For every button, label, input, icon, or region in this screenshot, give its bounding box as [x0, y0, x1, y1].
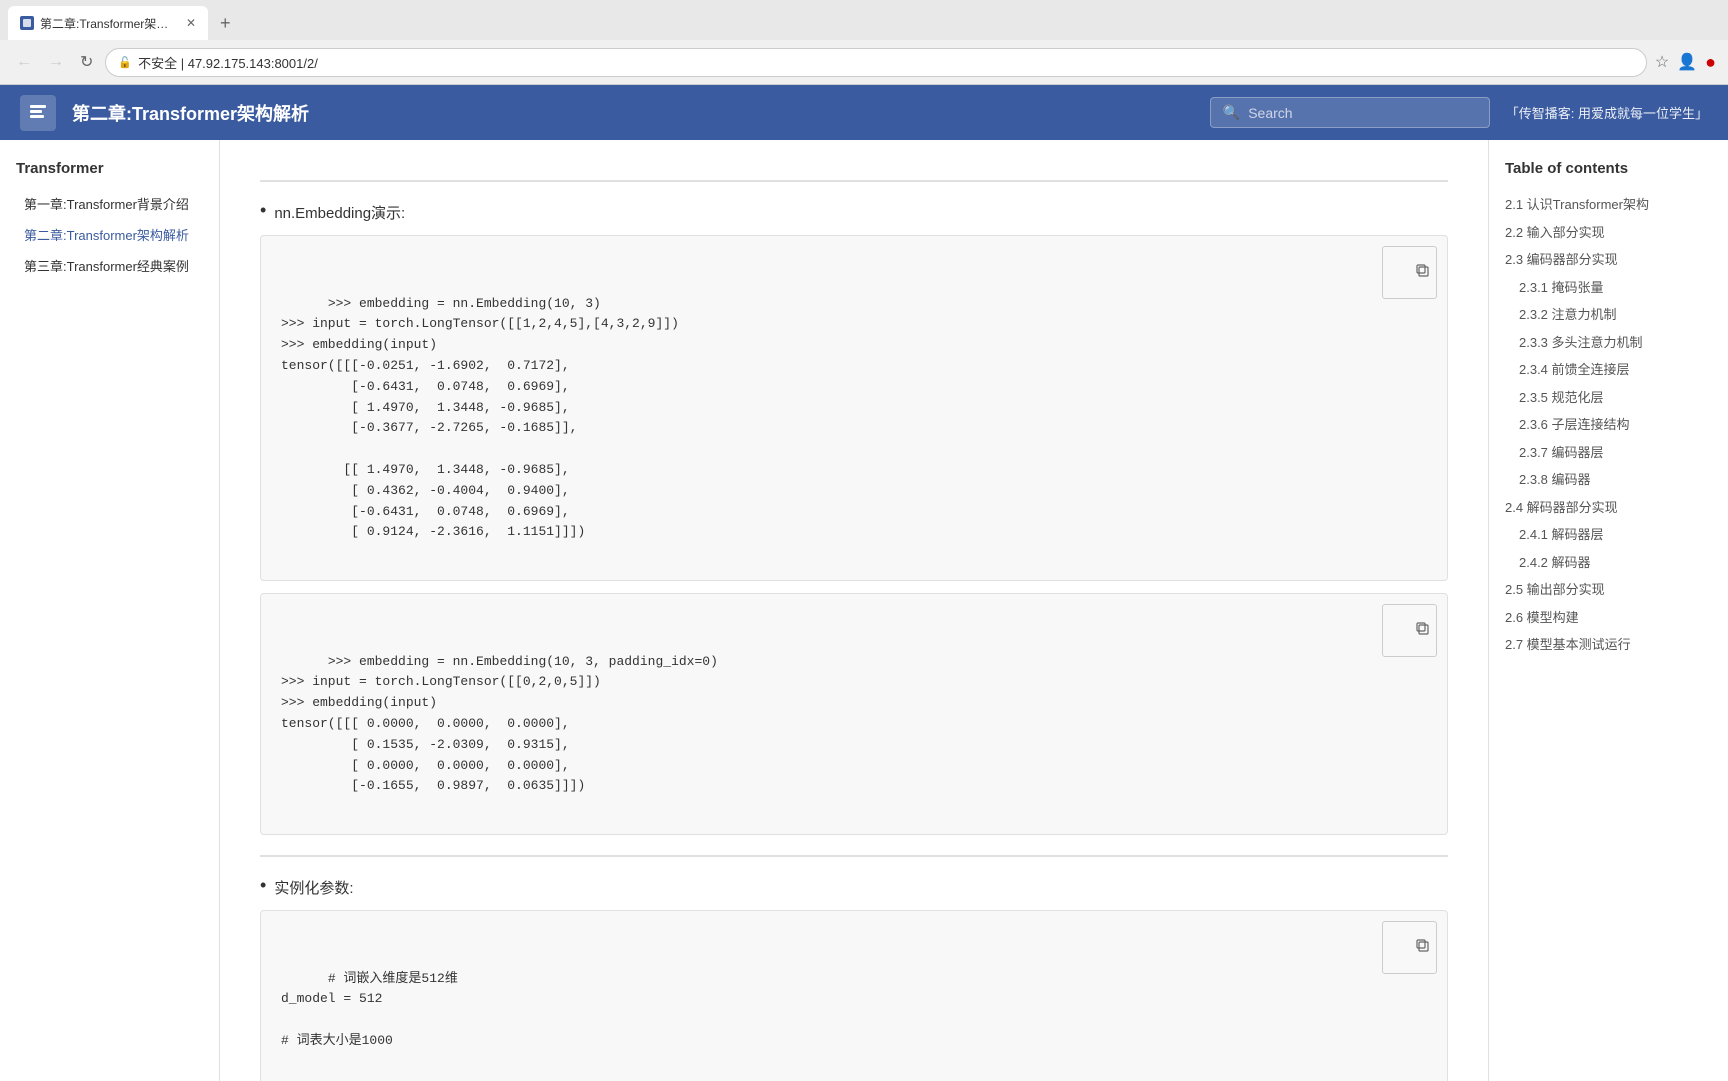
toc-item-12[interactable]: 2.4.1 解码器层 — [1505, 521, 1712, 549]
sidebar-item-chapter2[interactable]: 第二章:Transformer架构解析 — [16, 220, 203, 249]
profile-icon[interactable]: 👤 — [1677, 52, 1697, 72]
page-title: 第二章:Transformer架构解析 — [72, 100, 1194, 126]
toc-item-5[interactable]: 2.3.3 多头注意力机制 — [1505, 329, 1712, 357]
app-slogan: 「传智播客: 用爱成就每一位学生」 — [1506, 103, 1708, 122]
toc-item-13[interactable]: 2.4.2 解码器 — [1505, 549, 1712, 577]
new-tab-button[interactable]: + — [212, 9, 239, 38]
code-content-2: >>> embedding = nn.Embedding(10, 3, padd… — [281, 654, 718, 794]
search-icon: 🔍 — [1223, 104, 1240, 121]
active-tab[interactable]: 第二章:Transformer架构解析 - ✕ — [8, 6, 208, 40]
sidebar-item-chapter3[interactable]: 第三章:Transformer经典案例 — [16, 251, 203, 280]
browser-chrome: 第二章:Transformer架构解析 - ✕ + ← → ↻ 🔓 不安全 | … — [0, 0, 1728, 85]
toc-item-4[interactable]: 2.3.2 注意力机制 — [1505, 301, 1712, 329]
nav-bar: ← → ↻ 🔓 不安全 | 47.92.175.143:8001/2/ ☆ 👤 … — [0, 40, 1728, 84]
bullet-icon-1: • — [260, 200, 266, 221]
copy-button-3[interactable] — [1382, 921, 1437, 974]
reload-button[interactable]: ↻ — [76, 48, 97, 76]
bullet-icon-2: • — [260, 875, 266, 896]
toc-item-1[interactable]: 2.2 输入部分实现 — [1505, 219, 1712, 247]
bullet-item-1: • nn.Embedding演示: — [260, 202, 1448, 223]
tab-bar: 第二章:Transformer架构解析 - ✕ + — [0, 0, 1728, 40]
top-divider — [260, 180, 1448, 182]
address-bar[interactable]: 🔓 不安全 | 47.92.175.143:8001/2/ — [105, 48, 1646, 77]
toc-items-container: 2.1 认识Transformer架构2.2 输入部分实现2.3 编码器部分实现… — [1505, 191, 1712, 659]
toc-item-9[interactable]: 2.3.7 编码器层 — [1505, 439, 1712, 467]
code-block-1: >>> embedding = nn.Embedding(10, 3) >>> … — [260, 235, 1448, 581]
forward-button[interactable]: → — [44, 49, 68, 75]
toc-item-10[interactable]: 2.3.8 编码器 — [1505, 466, 1712, 494]
app-header: 第二章:Transformer架构解析 🔍 Search 「传智播客: 用爱成就… — [0, 85, 1728, 140]
table-of-contents: Table of contents 2.1 认识Transformer架构2.2… — [1488, 140, 1728, 1081]
security-icon: 🔓 — [118, 56, 132, 69]
toc-item-11[interactable]: 2.4 解码器部分实现 — [1505, 494, 1712, 522]
search-box[interactable]: 🔍 Search — [1210, 97, 1490, 128]
main-content: • nn.Embedding演示: >>> embedding = nn.Emb… — [220, 140, 1488, 1081]
toc-item-3[interactable]: 2.3.1 掩码张量 — [1505, 274, 1712, 302]
bookmark-icon[interactable]: ☆ — [1655, 52, 1669, 72]
sidebar-item-chapter1[interactable]: 第一章:Transformer背景介绍 — [16, 189, 203, 218]
tab-close-button[interactable]: ✕ — [186, 16, 196, 30]
code-content-3: # 词嵌入维度是512维 d_model = 512 # 词表大小是1000 — [281, 971, 458, 1048]
toc-item-8[interactable]: 2.3.6 子层连接结构 — [1505, 411, 1712, 439]
app-logo — [20, 95, 56, 131]
toc-item-7[interactable]: 2.3.5 规范化层 — [1505, 384, 1712, 412]
toc-item-0[interactable]: 2.1 认识Transformer架构 — [1505, 191, 1712, 219]
code-content-1: >>> embedding = nn.Embedding(10, 3) >>> … — [281, 296, 679, 540]
bullet-label-2: 实例化参数: — [274, 877, 353, 898]
sidebar-title: Transformer — [16, 160, 203, 177]
middle-divider — [260, 855, 1448, 857]
bullet-label-1: nn.Embedding演示: — [274, 202, 405, 223]
tab-favicon — [20, 16, 34, 30]
toc-item-2[interactable]: 2.3 编码器部分实现 — [1505, 246, 1712, 274]
tab-title: 第二章:Transformer架构解析 - — [40, 15, 176, 32]
address-text: 不安全 | 47.92.175.143:8001/2/ — [138, 53, 318, 72]
sidebar: Transformer 第一章:Transformer背景介绍 第二章:Tran… — [0, 140, 220, 1081]
main-layout: Transformer 第一章:Transformer背景介绍 第二章:Tran… — [0, 140, 1728, 1081]
toc-item-15[interactable]: 2.6 模型构建 — [1505, 604, 1712, 632]
toc-item-14[interactable]: 2.5 输出部分实现 — [1505, 576, 1712, 604]
toc-item-6[interactable]: 2.3.4 前馈全连接层 — [1505, 356, 1712, 384]
code-block-2: >>> embedding = nn.Embedding(10, 3, padd… — [260, 593, 1448, 835]
copy-button-2[interactable] — [1382, 604, 1437, 657]
toc-item-16[interactable]: 2.7 模型基本测试运行 — [1505, 631, 1712, 659]
back-button[interactable]: ← — [12, 49, 36, 75]
bullet-item-2: • 实例化参数: — [260, 877, 1448, 898]
copy-button-1[interactable] — [1382, 246, 1437, 299]
code-block-3: # 词嵌入维度是512维 d_model = 512 # 词表大小是1000 — [260, 910, 1448, 1081]
toc-title: Table of contents — [1505, 160, 1712, 177]
extension-icon[interactable]: ● — [1705, 52, 1716, 73]
search-placeholder: Search — [1248, 105, 1292, 121]
